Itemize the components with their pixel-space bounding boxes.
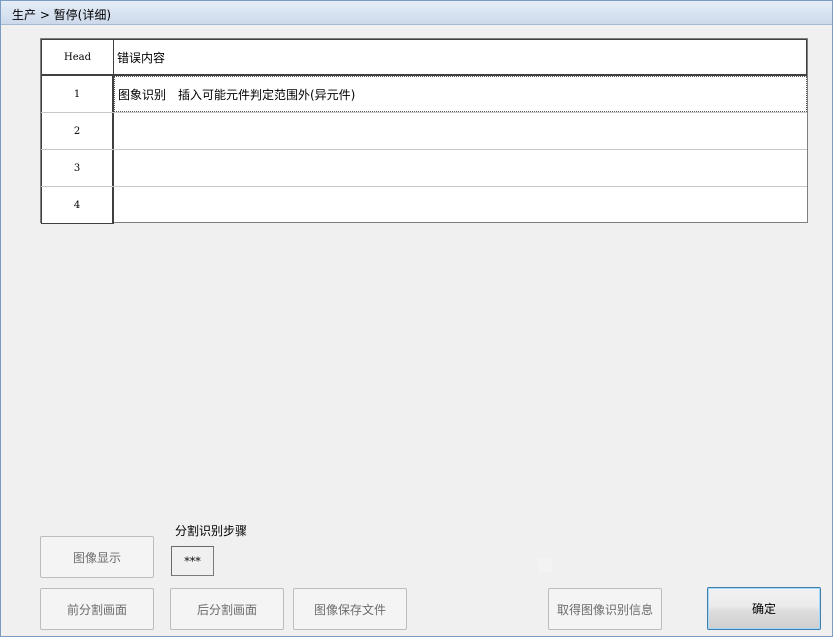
split-step-label: 分割识别步骤 xyxy=(175,524,248,538)
get-recognition-info-button[interactable]: 取得图像识别信息 xyxy=(548,588,662,630)
split-step-value: *** xyxy=(171,546,214,576)
row-number: 2 xyxy=(41,113,114,149)
ok-button[interactable]: 确定 xyxy=(707,587,821,630)
prev-split-button[interactable]: 前分割画面 xyxy=(40,588,154,630)
row-number: 4 xyxy=(41,187,114,224)
dialog-window: 生产 > 暂停(详细) Head 错误内容 1 图象识别 插入可能元件判定范围外… xyxy=(0,0,833,637)
blank-spot xyxy=(538,558,552,572)
grid-row[interactable]: 2 xyxy=(41,113,807,150)
grid-header-error-content: 错误内容 xyxy=(114,39,807,74)
image-display-button[interactable]: 图像显示 xyxy=(40,536,154,578)
grid-row[interactable]: 3 xyxy=(41,150,807,187)
grid-header-row: Head 错误内容 xyxy=(41,39,807,76)
grid-row[interactable]: 1 图象识别 插入可能元件判定范围外(异元件) xyxy=(41,76,807,113)
save-image-button[interactable]: 图像保存文件 xyxy=(293,588,407,630)
title-bar: 生产 > 暂停(详细) xyxy=(1,1,832,25)
row-error-cell[interactable]: 图象识别 插入可能元件判定范围外(异元件) xyxy=(114,76,807,112)
next-split-button[interactable]: 后分割画面 xyxy=(170,588,284,630)
row-error-cell[interactable] xyxy=(114,113,807,149)
grid-row[interactable]: 4 xyxy=(41,187,807,224)
row-number: 3 xyxy=(41,150,114,186)
row-error-cell[interactable] xyxy=(114,187,807,224)
grid-header-head: Head xyxy=(41,39,114,74)
error-grid: Head 错误内容 1 图象识别 插入可能元件判定范围外(异元件) 2 3 4 xyxy=(40,38,808,224)
row-error-cell[interactable] xyxy=(114,150,807,186)
window-title: 生产 > 暂停(详细) xyxy=(12,8,112,22)
row-number: 1 xyxy=(41,76,114,112)
